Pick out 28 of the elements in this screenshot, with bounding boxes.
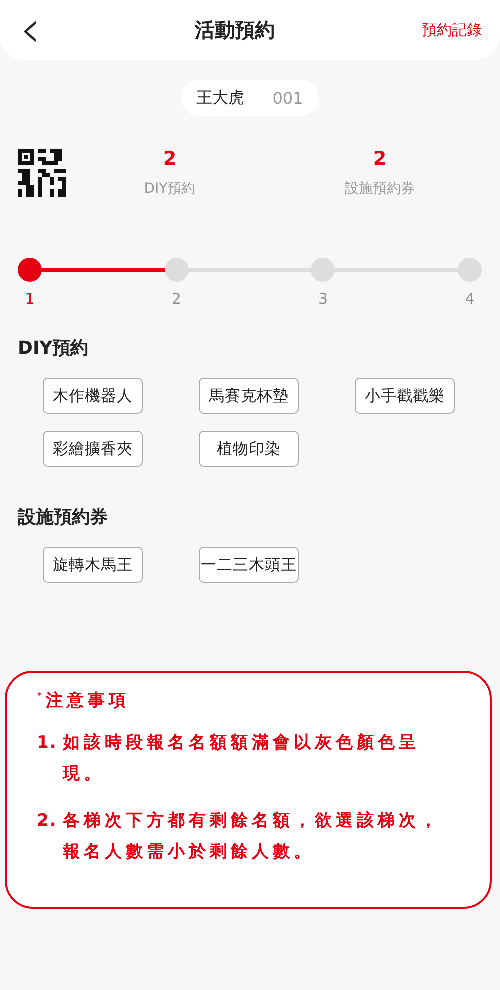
count-label: DIY預約 xyxy=(144,180,196,198)
notice-number: 1. xyxy=(37,732,58,755)
count-label: 設施預約券 xyxy=(345,180,415,198)
notice-number: 2. xyxy=(37,810,58,833)
option-button[interactable]: 馬賽克杯墊 xyxy=(199,378,299,414)
count-value: 2 xyxy=(373,148,387,170)
notice-text: 各梯次下方都有剩餘名額，欲選該梯次，報名人數需小於剩餘人數。 xyxy=(63,810,442,864)
back-button[interactable]: ‹ xyxy=(16,4,45,56)
count-value: 2 xyxy=(163,148,177,170)
option-button[interactable]: 木作機器人 xyxy=(43,378,143,414)
step-number: 3 xyxy=(318,290,328,308)
option-button[interactable]: 彩繪擴香夾 xyxy=(43,431,143,467)
option-button[interactable]: 小手戳戳樂 xyxy=(355,378,455,414)
notice-title: $^{*}$注意事項 xyxy=(37,690,131,712)
option-button[interactable]: 一二三木頭王 xyxy=(199,547,299,583)
notice-text: 如該時段報名名額額滿會以灰色顏色呈現。 xyxy=(63,732,421,786)
step-number: 2 xyxy=(172,290,182,308)
section-title: 設施預約券 xyxy=(18,506,109,529)
records-link[interactable]: 預約記錄 xyxy=(422,20,482,40)
step-number: 1 xyxy=(25,290,35,308)
option-button[interactable]: 旋轉木馬王 xyxy=(43,547,143,583)
qr-code-icon[interactable] xyxy=(18,149,66,197)
page-title: 活動預約 xyxy=(195,16,275,44)
user-number: 001 xyxy=(272,88,304,108)
user-name: 王大虎 xyxy=(196,88,245,108)
step-number: 4 xyxy=(465,290,475,308)
option-button[interactable]: 植物印染 xyxy=(199,431,299,467)
section-title: DIY預約 xyxy=(18,337,90,360)
